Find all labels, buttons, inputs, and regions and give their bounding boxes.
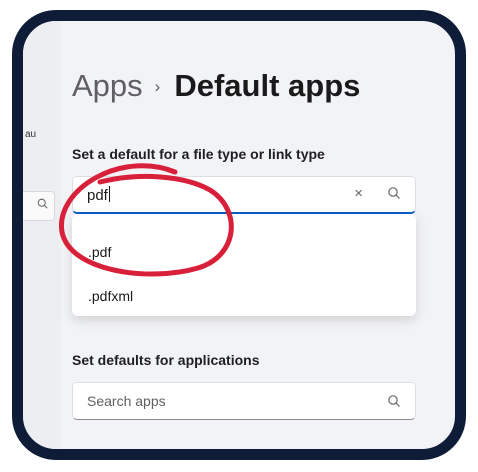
breadcrumb-apps[interactable]: Apps bbox=[72, 68, 143, 103]
apps-search-placeholder: Search apps bbox=[87, 393, 166, 409]
text-caret bbox=[108, 186, 110, 202]
file-type-heading: Set a default for a file type or link ty… bbox=[72, 146, 325, 162]
page-title: Default apps bbox=[174, 68, 361, 103]
apps-heading: Set defaults for applications bbox=[72, 352, 260, 368]
sidebar-strip: au bbox=[23, 21, 61, 449]
breadcrumb: Apps › Default apps bbox=[72, 66, 360, 107]
breadcrumb-separator: › bbox=[154, 77, 161, 96]
search-icon[interactable] bbox=[387, 186, 401, 200]
search-icon[interactable] bbox=[387, 394, 401, 408]
suggestion-pdfxml[interactable]: .pdfxml bbox=[88, 288, 133, 304]
suggestion-pdf[interactable]: .pdf bbox=[88, 244, 111, 260]
suggestion-dropdown: .pdf .pdfxml bbox=[72, 214, 416, 316]
apps-search-input[interactable]: Search apps bbox=[72, 382, 416, 420]
file-type-search-value[interactable]: pdf bbox=[87, 186, 110, 204]
sidebar-partial-text: au bbox=[25, 129, 37, 140]
search-icon bbox=[37, 198, 48, 209]
sidebar-search-input[interactable] bbox=[23, 191, 55, 221]
file-type-search-input[interactable]: pdf × bbox=[72, 176, 416, 214]
clear-icon[interactable]: × bbox=[354, 185, 363, 202]
